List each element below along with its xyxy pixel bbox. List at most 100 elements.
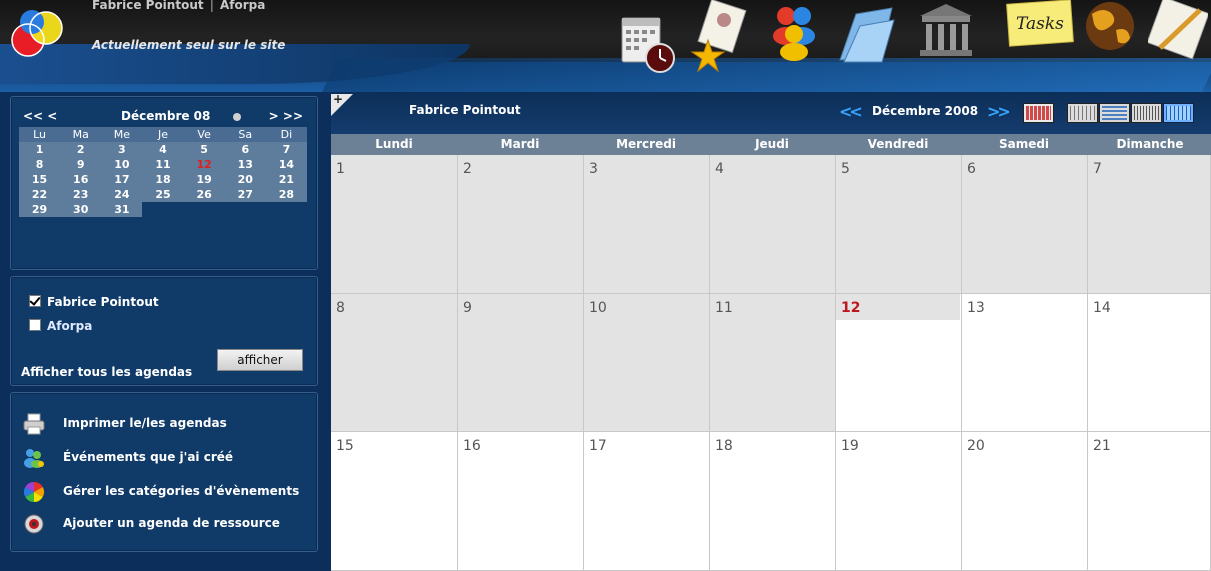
folder-icon[interactable] [836, 0, 896, 78]
mini-day[interactable]: 15 [19, 172, 61, 187]
mini-weekday: Ma [60, 127, 102, 142]
mini-day-empty [225, 202, 266, 217]
mini-day[interactable]: 22 [19, 187, 61, 202]
workweek-view-button[interactable] [1099, 103, 1130, 123]
mini-day[interactable]: 13 [224, 157, 266, 172]
today-dot-icon[interactable] [233, 113, 241, 121]
notepad-icon[interactable] [1148, 0, 1208, 78]
agenda-label: Fabrice Pointout [47, 295, 159, 309]
day-cell[interactable]: 19 [836, 432, 962, 571]
agenda-checkbox-checked[interactable] [29, 295, 41, 307]
agenda-item[interactable]: Aforpa [29, 319, 92, 333]
mini-day[interactable]: 5 [183, 142, 225, 157]
mini-day[interactable]: 18 [142, 172, 184, 187]
mini-day[interactable]: 4 [142, 142, 184, 157]
mini-day-today[interactable]: 12 [183, 157, 225, 172]
mini-day[interactable]: 6 [224, 142, 266, 157]
month-view-button[interactable] [1163, 103, 1194, 123]
day-number: 7 [1093, 161, 1102, 177]
mini-day[interactable]: 25 [142, 187, 184, 202]
day-cell[interactable]: 9 [458, 294, 584, 432]
mini-day[interactable]: 2 [60, 142, 102, 157]
mini-day[interactable]: 9 [60, 157, 102, 172]
color-wheel-icon [23, 481, 45, 503]
mini-day[interactable]: 14 [265, 157, 307, 172]
next-month-button[interactable]: >> [987, 102, 1011, 121]
org-name[interactable]: Aforpa [220, 0, 265, 12]
mini-day[interactable]: 11 [142, 157, 184, 172]
calendar-clock-icon[interactable] [616, 0, 676, 78]
action-label: Événements que j'ai créé [63, 450, 234, 464]
mini-day[interactable]: 7 [265, 142, 307, 157]
prev-month-button[interactable]: << [839, 102, 863, 121]
printer-icon [23, 413, 45, 435]
show-agendas-button[interactable]: afficher [217, 349, 303, 371]
agenda-checkbox[interactable] [29, 319, 41, 331]
weekday-label: Samedi [998, 137, 1050, 151]
mini-day[interactable]: 26 [183, 187, 225, 202]
mini-day[interactable]: 10 [101, 157, 143, 172]
add-event-icon[interactable]: + [333, 92, 343, 106]
favorites-star-icon[interactable] [690, 0, 750, 78]
day-cell[interactable]: 17 [584, 432, 710, 571]
day-cell[interactable]: 4 [710, 155, 836, 294]
workweek-view-icon [1102, 106, 1127, 120]
day-cell[interactable]: 21 [1088, 432, 1211, 571]
mini-day[interactable]: 17 [101, 172, 143, 187]
day-number: 10 [589, 300, 607, 316]
mini-day[interactable]: 19 [183, 172, 225, 187]
day-cell[interactable]: 10 [584, 294, 710, 432]
mini-day[interactable]: 27 [224, 187, 266, 202]
agenda-label: Aforpa [47, 319, 93, 333]
mini-day[interactable]: 31 [101, 202, 143, 217]
mini-prev-button[interactable]: << < [23, 109, 57, 123]
mini-day[interactable]: 8 [19, 157, 61, 172]
globe-icon[interactable] [1082, 0, 1142, 78]
action-label: Imprimer le/les agendas [63, 416, 227, 430]
mini-day[interactable]: 20 [224, 172, 266, 187]
year-view-button[interactable] [1131, 103, 1162, 123]
mini-day[interactable]: 30 [60, 202, 102, 217]
day-cell[interactable]: 16 [458, 432, 584, 571]
calendar-month-title: Décembre 2008 [872, 104, 979, 118]
day-cell[interactable]: 1 [331, 155, 458, 294]
day-cell[interactable]: 15 [331, 432, 458, 571]
day-number: 14 [1093, 300, 1111, 316]
tasks-icon[interactable] [1006, 0, 1076, 78]
mini-day[interactable]: 21 [265, 172, 307, 187]
day-cell[interactable]: 5 [836, 155, 962, 294]
day-cell[interactable]: 11 [710, 294, 836, 432]
day-number: 3 [589, 161, 598, 177]
day-cell[interactable]: 13 [962, 294, 1088, 432]
day-cell[interactable]: 8 [331, 294, 458, 432]
mini-day[interactable]: 16 [60, 172, 102, 187]
day-number: 9 [463, 300, 472, 316]
mini-next-button[interactable]: > >> [269, 109, 303, 123]
week-view-button[interactable] [1067, 103, 1098, 123]
mini-day[interactable]: 1 [19, 142, 61, 157]
users-icon[interactable] [764, 0, 824, 78]
mini-day[interactable]: 28 [265, 187, 307, 202]
day-cell[interactable]: 2 [458, 155, 584, 294]
agenda-item[interactable]: Fabrice Pointout [29, 295, 159, 309]
mini-day[interactable]: 24 [101, 187, 143, 202]
day-view-icon [1026, 106, 1051, 120]
day-view-button[interactable] [1023, 103, 1054, 123]
mini-calendar-grid: Lu Ma Me Je Ve Sa Di 1 2 3 4 5 6 7 8 9 1… [19, 127, 307, 217]
day-number: 6 [967, 161, 976, 177]
day-cell[interactable]: 20 [962, 432, 1088, 571]
day-cell[interactable]: 3 [584, 155, 710, 294]
day-cell[interactable]: 18 [710, 432, 836, 571]
day-cell[interactable]: 7 [1088, 155, 1211, 294]
building-icon[interactable] [916, 0, 976, 78]
mini-weekday: Lu [19, 127, 61, 142]
mini-day[interactable]: 3 [101, 142, 143, 157]
mini-day[interactable]: 29 [19, 202, 61, 217]
day-cell[interactable]: 6 [962, 155, 1088, 294]
day-cell-today[interactable]: 12 [836, 294, 962, 432]
day-cell[interactable]: 14 [1088, 294, 1211, 432]
users-events-icon [24, 449, 44, 468]
user-name[interactable]: Fabrice Pointout [92, 0, 204, 12]
day-number: 18 [715, 438, 733, 454]
mini-day[interactable]: 23 [60, 187, 102, 202]
